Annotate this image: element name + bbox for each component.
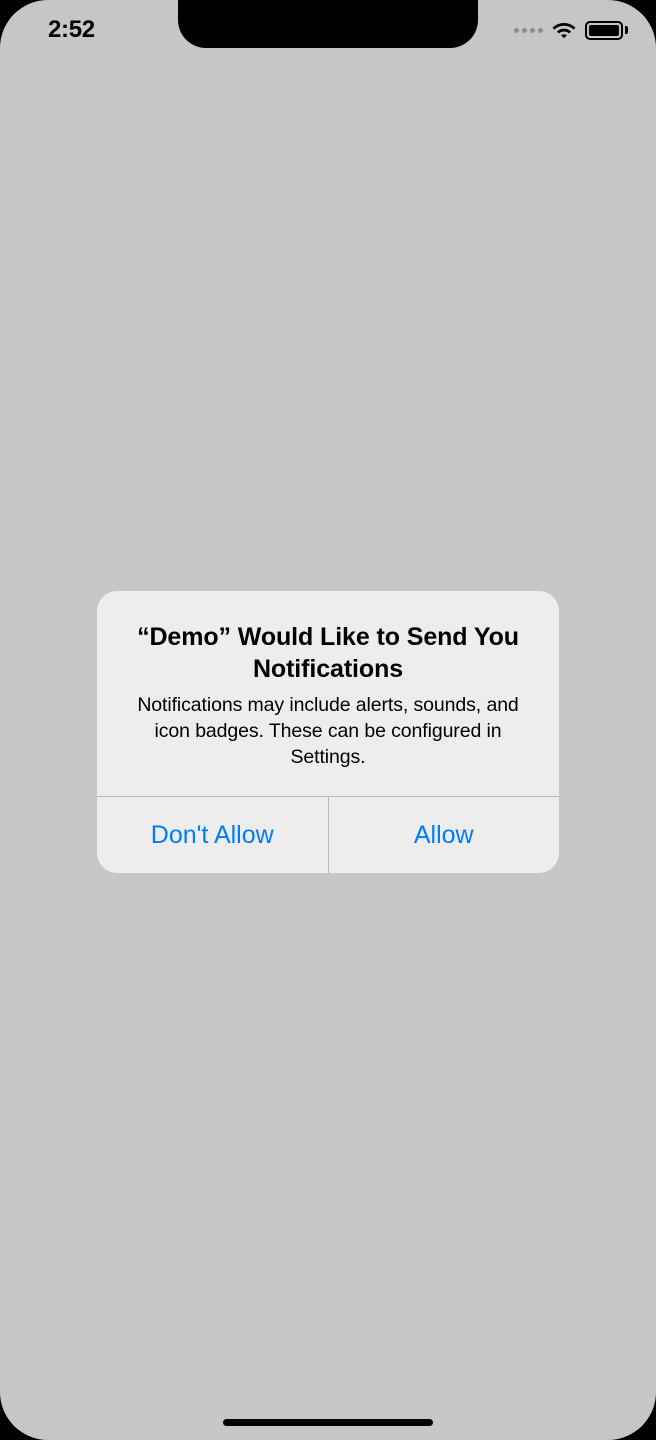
allow-button[interactable]: Allow — [328, 797, 560, 873]
home-indicator[interactable] — [223, 1419, 433, 1426]
dont-allow-button[interactable]: Don't Allow — [97, 797, 328, 873]
device-notch — [178, 0, 478, 48]
alert-message: Notifications may include alerts, sounds… — [125, 692, 531, 771]
alert-backdrop: “Demo” Would Like to Send You Notificati… — [0, 0, 656, 1440]
alert-title: “Demo” Would Like to Send You Notificati… — [125, 621, 531, 686]
status-time: 2:52 — [48, 16, 95, 44]
wifi-icon — [551, 20, 577, 40]
alert-button-row: Don't Allow Allow — [97, 796, 559, 873]
status-indicators — [514, 20, 628, 40]
device-screen: 2:52 “Demo” Would Like to Send You Notif… — [0, 0, 656, 1440]
cellular-dots-icon — [514, 28, 543, 33]
notification-permission-alert: “Demo” Would Like to Send You Notificati… — [97, 591, 559, 874]
battery-icon — [585, 21, 628, 40]
